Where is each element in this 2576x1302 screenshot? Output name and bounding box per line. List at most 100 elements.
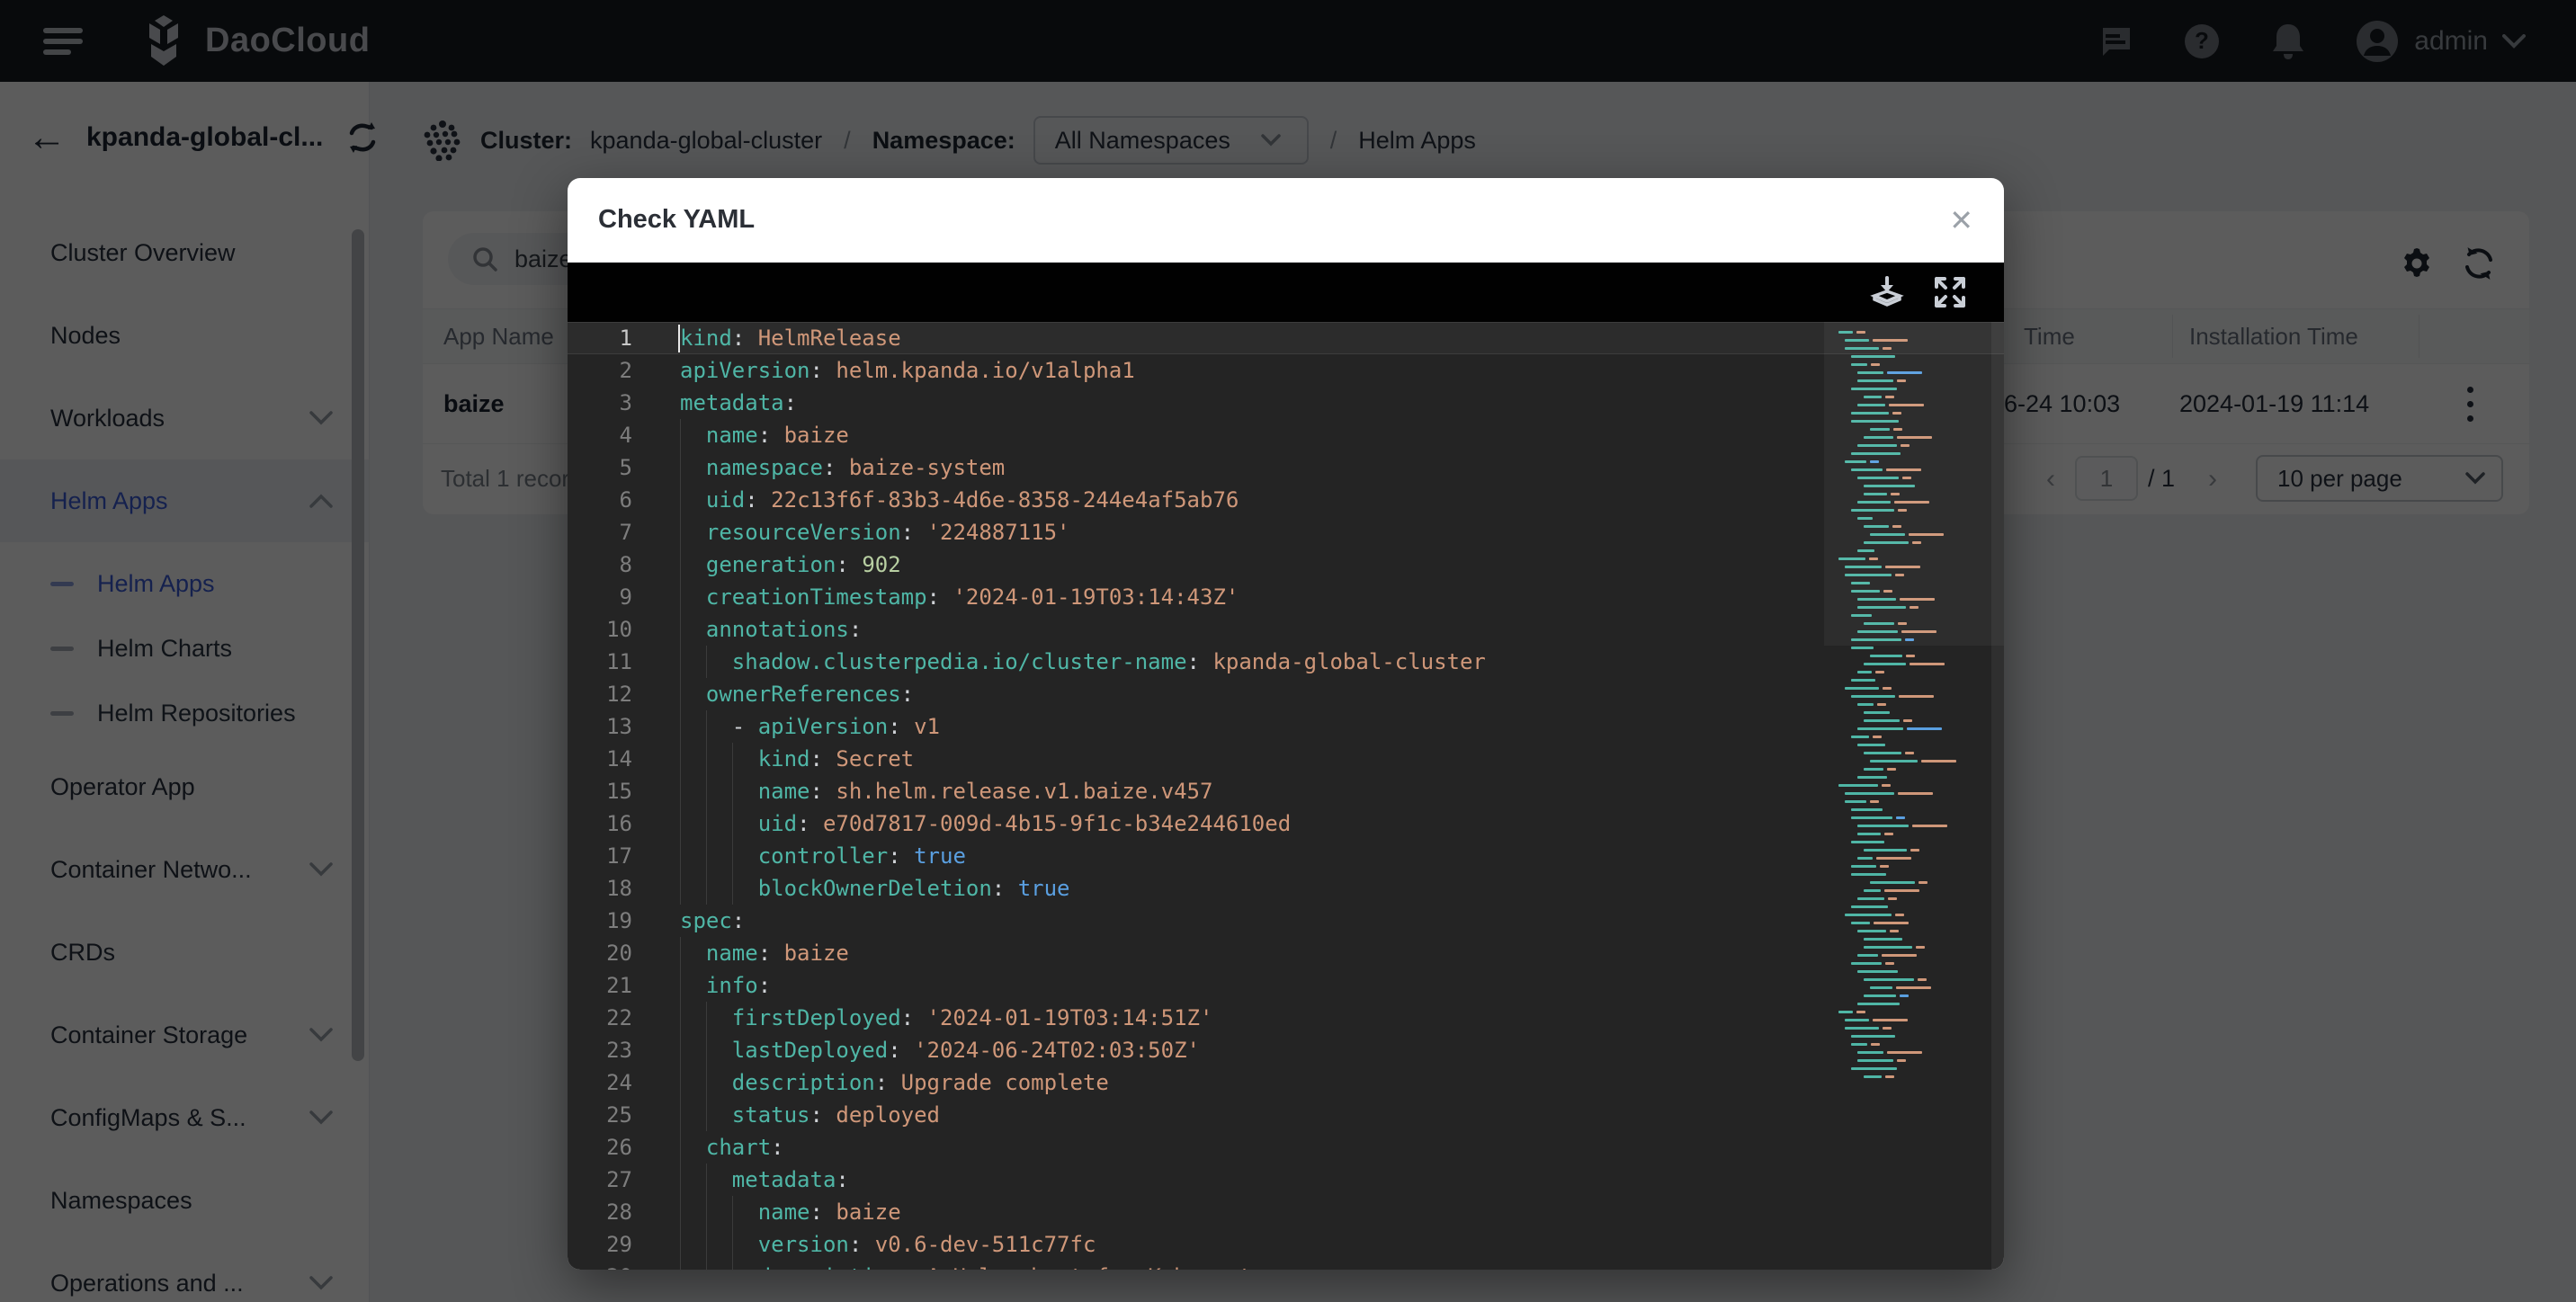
- line-number: 24: [568, 1066, 632, 1099]
- code-text: kind: Secret: [680, 743, 914, 775]
- line-number: 23: [568, 1034, 632, 1066]
- code-line-23: 23 lastDeployed: '2024-06-24T02:03:50Z': [568, 1034, 2004, 1066]
- check-yaml-modal: Check YAML ✕ 1kind: HelmRelease2apiVersi…: [568, 178, 2004, 1270]
- code-line-20: 20 name: baize: [568, 937, 2004, 969]
- code-line-26: 26 chart:: [568, 1131, 2004, 1164]
- code-text: version: v0.6-dev-511c77fc: [680, 1228, 1096, 1261]
- minimap-line: [1835, 873, 1990, 876]
- code-text: ownerReferences:: [680, 678, 914, 710]
- minimap-line: [1835, 889, 1990, 892]
- minimap-line: [1835, 857, 1990, 860]
- line-number: 28: [568, 1196, 632, 1228]
- text-cursor: [678, 325, 680, 352]
- code-text: uid: e70d7817-009d-4b15-9f1c-b34e244610e…: [680, 807, 1291, 840]
- line-number: 5: [568, 451, 632, 484]
- code-line-30: 30 description: A Helm chart for Kuberne…: [568, 1261, 2004, 1270]
- minimap-line: [1835, 1075, 1990, 1078]
- minimap-line: [1835, 792, 1990, 795]
- line-number: 15: [568, 775, 632, 807]
- minimap-line: [1835, 760, 1990, 762]
- minimap-line: [1835, 719, 1990, 722]
- minimap-line: [1835, 1019, 1990, 1021]
- code-text: info:: [680, 969, 771, 1002]
- minimap-line: [1835, 897, 1990, 900]
- code-text: description: Upgrade complete: [680, 1066, 1109, 1099]
- code-line-10: 10 annotations:: [568, 613, 2004, 646]
- minimap-line: [1835, 695, 1990, 698]
- line-number: 25: [568, 1099, 632, 1131]
- code-line-13: 13 - apiVersion: v1: [568, 710, 2004, 743]
- minimap-line: [1835, 849, 1990, 852]
- code-line-2: 2 apiVersion: helm.kpanda.io/v1alpha1: [568, 354, 2004, 387]
- minimap-line: [1835, 776, 1990, 779]
- editor-scrollbar[interactable]: [1991, 322, 2004, 1270]
- line-number: 17: [568, 840, 632, 872]
- code-text: firstDeployed: '2024-01-19T03:14:51Z': [680, 1002, 1212, 1034]
- minimap-line: [1835, 736, 1990, 738]
- code-line-19: 19 spec:: [568, 905, 2004, 937]
- code-line-6: 6 uid: 22c13f6f-83b3-4d6e-8358-244e4af5a…: [568, 484, 2004, 516]
- line-number: 30: [568, 1261, 632, 1270]
- code-line-28: 28 name: baize: [568, 1196, 2004, 1228]
- code-text: spec:: [680, 905, 745, 937]
- line-number: 27: [568, 1164, 632, 1196]
- minimap-line: [1835, 800, 1990, 803]
- code-text: namespace: baize-system: [680, 451, 1005, 484]
- line-number: 18: [568, 872, 632, 905]
- code-line-25: 25 status: deployed: [568, 1099, 2004, 1131]
- code-line-29: 29 version: v0.6-dev-511c77fc: [568, 1228, 2004, 1261]
- code-text: name: sh.helm.release.v1.baize.v457: [680, 775, 1212, 807]
- code-line-11: 11 shadow.clusterpedia.io/cluster-name: …: [568, 646, 2004, 678]
- code-line-12: 12 ownerReferences:: [568, 678, 2004, 710]
- close-icon[interactable]: ✕: [1949, 206, 1973, 235]
- line-number: 2: [568, 354, 632, 387]
- fullscreen-icon[interactable]: [1932, 274, 1968, 310]
- minimap-line: [1835, 986, 1990, 989]
- line-number: 3: [568, 387, 632, 419]
- minimap-line: [1835, 655, 1990, 657]
- minimap-line: [1835, 833, 1990, 835]
- code-line-24: 24 description: Upgrade complete: [568, 1066, 2004, 1099]
- minimap-line: [1835, 1067, 1990, 1070]
- line-number: 19: [568, 905, 632, 937]
- code-line-22: 22 firstDeployed: '2024-01-19T03:14:51Z': [568, 1002, 2004, 1034]
- minimap-line: [1835, 914, 1990, 916]
- minimap-line: [1835, 752, 1990, 754]
- minimap-line: [1835, 768, 1990, 771]
- line-number: 10: [568, 613, 632, 646]
- minimap-line: [1835, 663, 1990, 665]
- code-line-5: 5 namespace: baize-system: [568, 451, 2004, 484]
- minimap-line: [1835, 703, 1990, 706]
- minimap-line: [1835, 865, 1990, 868]
- line-number: 7: [568, 516, 632, 548]
- line-number: 4: [568, 419, 632, 451]
- minimap-line: [1835, 687, 1990, 690]
- editor-toolbar: [568, 263, 2004, 322]
- code-line-14: 14 kind: Secret: [568, 743, 2004, 775]
- code-text: metadata:: [680, 387, 797, 419]
- minimap-line: [1835, 946, 1990, 949]
- minimap-line: [1835, 930, 1990, 932]
- code-text: resourceVersion: '224887115': [680, 516, 1070, 548]
- minimap-line: [1835, 970, 1990, 973]
- line-number: 8: [568, 548, 632, 581]
- code-text: metadata:: [680, 1164, 849, 1196]
- code-text: generation: 902: [680, 548, 901, 581]
- yaml-editor[interactable]: 1kind: HelmRelease2apiVersion: helm.kpan…: [568, 322, 2004, 1270]
- download-icon[interactable]: [1869, 274, 1905, 310]
- minimap-line: [1835, 841, 1990, 843]
- code-text: apiVersion: helm.kpanda.io/v1alpha1: [680, 354, 1135, 387]
- code-line-16: 16 uid: e70d7817-009d-4b15-9f1c-b34e2446…: [568, 807, 2004, 840]
- minimap-line: [1835, 816, 1990, 819]
- code-text: status: deployed: [680, 1099, 940, 1131]
- line-number: 22: [568, 1002, 632, 1034]
- code-line-8: 8 generation: 902: [568, 548, 2004, 581]
- line-number: 12: [568, 678, 632, 710]
- minimap-line: [1835, 784, 1990, 787]
- minimap-line: [1835, 1027, 1990, 1030]
- line-number: 16: [568, 807, 632, 840]
- code-text: annotations:: [680, 613, 862, 646]
- screen: DaoCloud ? admin ← kpanda-global-cl...: [0, 0, 2576, 1302]
- code-text: kind: HelmRelease: [680, 323, 901, 353]
- code-line-15: 15 name: sh.helm.release.v1.baize.v457: [568, 775, 2004, 807]
